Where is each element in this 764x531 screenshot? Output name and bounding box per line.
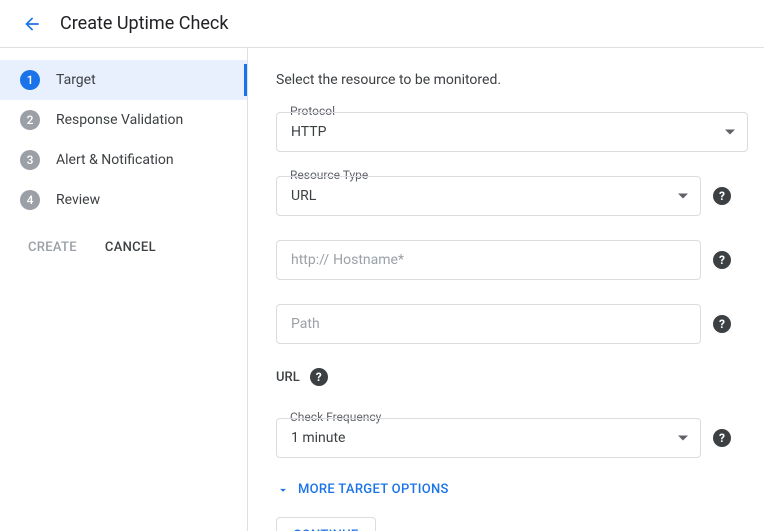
hostname-placeholder: Hostname*	[333, 252, 404, 268]
arrow-left-icon	[22, 14, 42, 34]
step-response-validation[interactable]: 2 Response Validation	[0, 100, 247, 140]
hostname-input[interactable]: http:// Hostname*	[276, 240, 701, 280]
step-number: 3	[20, 150, 40, 170]
path-row: Path ?	[276, 304, 748, 344]
help-icon[interactable]: ?	[310, 368, 328, 386]
help-icon[interactable]: ?	[713, 429, 731, 447]
more-options-label: MORE TARGET OPTIONS	[298, 482, 449, 497]
url-label-row: URL ?	[276, 368, 748, 386]
help-icon[interactable]: ?	[713, 315, 731, 333]
cancel-button[interactable]: CANCEL	[105, 240, 156, 255]
check-frequency-row: Check Frequency 1 minute ?	[276, 418, 748, 458]
resource-type-row: Resource Type URL ?	[276, 176, 748, 216]
more-target-options[interactable]: MORE TARGET OPTIONS	[276, 482, 748, 497]
check-frequency-select[interactable]: 1 minute	[276, 418, 701, 458]
caret-down-icon	[678, 436, 688, 441]
step-label: Response Validation	[56, 112, 183, 128]
back-button[interactable]	[16, 8, 48, 40]
hostname-field: http:// Hostname*	[276, 240, 701, 280]
path-input[interactable]: Path	[276, 304, 701, 344]
help-icon[interactable]: ?	[713, 187, 731, 205]
step-alert-notification[interactable]: 3 Alert & Notification	[0, 140, 247, 180]
sidebar-actions: CREATE CANCEL	[0, 220, 247, 275]
instruction-text: Select the resource to be monitored.	[276, 72, 748, 88]
path-field: Path	[276, 304, 701, 344]
protocol-field: Protocol HTTP	[276, 112, 748, 152]
step-target[interactable]: 1 Target	[0, 60, 247, 100]
url-label: URL	[276, 370, 300, 385]
main-panel: Select the resource to be monitored. Pro…	[248, 48, 764, 531]
continue-label: CONTINUE	[293, 528, 359, 531]
protocol-row: Protocol HTTP	[276, 112, 748, 152]
hostname-row: http:// Hostname* ?	[276, 240, 748, 280]
resource-type-field: Resource Type URL	[276, 176, 701, 216]
continue-button[interactable]: CONTINUE	[276, 517, 376, 531]
chevron-down-icon	[276, 483, 290, 497]
help-icon[interactable]: ?	[713, 251, 731, 269]
hostname-prefix: http://	[291, 252, 329, 268]
step-label: Target	[56, 72, 96, 88]
resource-type-select[interactable]: URL	[276, 176, 701, 216]
protocol-value: HTTP	[291, 124, 326, 140]
sidebar: 1 Target 2 Response Validation 3 Alert &…	[0, 48, 248, 531]
page-header: Create Uptime Check	[0, 0, 764, 48]
caret-down-icon	[678, 194, 688, 199]
step-label: Review	[56, 192, 100, 208]
step-number: 1	[20, 70, 40, 90]
check-frequency-value: 1 minute	[291, 430, 345, 446]
step-label: Alert & Notification	[56, 152, 174, 168]
create-button[interactable]: CREATE	[28, 240, 77, 255]
protocol-select[interactable]: HTTP	[276, 112, 748, 152]
caret-down-icon	[725, 130, 735, 135]
content: 1 Target 2 Response Validation 3 Alert &…	[0, 48, 764, 531]
step-number: 2	[20, 110, 40, 130]
path-placeholder: Path	[291, 316, 320, 332]
step-review[interactable]: 4 Review	[0, 180, 247, 220]
step-number: 4	[20, 190, 40, 210]
resource-type-value: URL	[291, 188, 316, 204]
check-frequency-field: Check Frequency 1 minute	[276, 418, 701, 458]
page-title: Create Uptime Check	[60, 13, 228, 34]
